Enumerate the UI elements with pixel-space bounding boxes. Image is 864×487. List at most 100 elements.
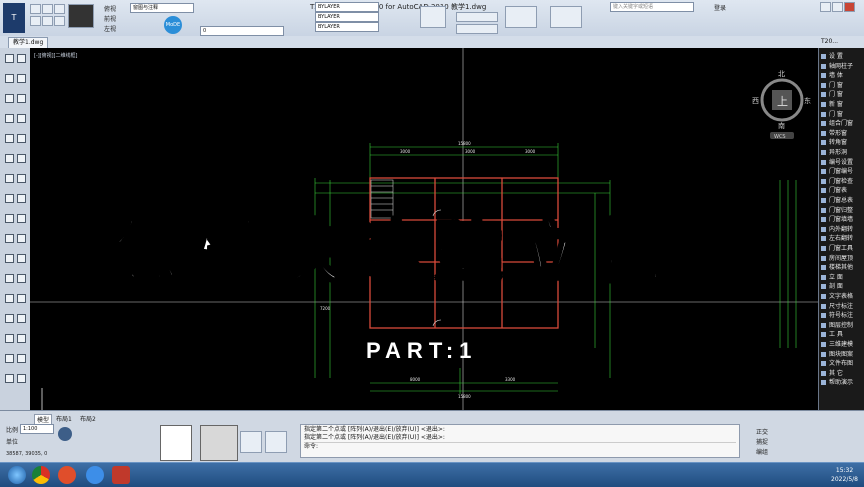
draw-tool-icon[interactable] [5,174,14,183]
draw-tool-icon[interactable] [5,134,14,143]
linetype-combo-3[interactable]: BYLAYER [315,2,379,12]
panel-item[interactable]: 图层控制 [821,321,863,330]
panel-item[interactable]: 编号设置 [821,158,863,167]
draw-tool-icon[interactable] [17,94,26,103]
draw-tool-icon[interactable] [5,74,14,83]
linetype-combo-2[interactable]: BYLAYER [315,22,379,32]
style-combo[interactable]: 窗图与注释 [130,3,194,13]
status-group[interactable]: 编组 [756,447,768,456]
draw-tool-icon[interactable] [17,354,26,363]
draw-tool-icon[interactable] [17,334,26,343]
draw-tool-icon[interactable] [17,134,26,143]
panel-item[interactable]: 组合门窗 [821,119,863,128]
draw-tool-icon[interactable] [5,314,14,323]
calculator-panel[interactable] [200,425,238,461]
draw-tool-icon[interactable] [17,194,26,203]
command-window[interactable]: 指定第二个点或 [阵列(A)/退出(E)/放弃(U)] <退出>: 指定第二个点… [300,424,740,458]
view-cube-button[interactable] [68,4,94,28]
panel-item[interactable]: 帮助演示 [821,378,863,387]
panel-item[interactable]: 三维建模 [821,340,863,349]
dim-tool-button-2[interactable] [456,12,498,22]
command-prompt[interactable]: 命令: [304,442,736,451]
panel-item[interactable]: 带形窗 [821,129,863,138]
panel-item[interactable]: 门窗填墙 [821,215,863,224]
redo-button[interactable] [42,16,53,26]
chrome-icon[interactable] [32,466,50,484]
dim-tool-button-3[interactable] [456,24,498,34]
panel-item[interactable]: 文字表格 [821,292,863,301]
panel-item[interactable]: 文件布图 [821,359,863,368]
draw-tool-icon[interactable] [17,174,26,183]
view-compass[interactable]: 上 北 南 西 东 WCS [748,64,816,140]
view-top-label[interactable]: 俯视 [104,4,116,13]
cad-icon[interactable] [112,466,130,484]
draw-tool-icon[interactable] [17,54,26,63]
panel-item[interactable]: 立 面 [821,273,863,282]
layout-tab-1[interactable]: 布局1 [56,414,72,423]
panel-item[interactable]: 符号标注 [821,311,863,320]
draw-tool-icon[interactable] [5,374,14,383]
draw-tool-icon[interactable] [17,114,26,123]
panel-item[interactable]: 剖 面 [821,282,863,291]
draw-tool-icon[interactable] [17,374,26,383]
start-button-icon[interactable] [8,466,26,484]
scale-combo[interactable]: 1:100 [20,424,54,434]
draw-tool-icon[interactable] [17,154,26,163]
status-tool-1[interactable] [240,431,262,453]
maximize-button[interactable] [832,2,843,12]
draw-tool-icon[interactable] [17,214,26,223]
panel-item[interactable]: 门 窗 [821,81,863,90]
new-file-button[interactable] [30,4,41,14]
viewport-label[interactable]: [-][俯视][二维线框] [34,52,78,59]
browser-icon[interactable] [58,466,76,484]
panel-item[interactable]: 轴网柱子 [821,62,863,71]
draw-tool-icon[interactable] [5,234,14,243]
draw-tool-icon[interactable] [5,214,14,223]
view-left-label[interactable]: 左视 [104,24,116,33]
panel-item[interactable]: 楼梯其他 [821,263,863,272]
draw-tool-icon[interactable] [17,294,26,303]
save-file-button[interactable] [54,4,65,14]
panel-item[interactable]: 门窗归整 [821,206,863,215]
draw-tool-icon[interactable] [5,194,14,203]
status-snap[interactable]: 捕捉 [756,437,768,446]
draw-tool-icon[interactable] [5,94,14,103]
panel-item[interactable]: 新 窗 [821,100,863,109]
draw-tool-icon[interactable] [5,334,14,343]
layout-tab-2[interactable]: 布局2 [80,414,96,423]
draw-tool-icon[interactable] [17,274,26,283]
panel-item[interactable]: 门窗检查 [821,177,863,186]
minimize-button[interactable] [820,2,831,12]
dim-tool-button-1[interactable] [420,6,446,28]
open-file-button[interactable] [42,4,53,14]
panel-item[interactable]: 门窗表 [821,186,863,195]
draw-tool-icon[interactable] [17,314,26,323]
panel-item[interactable]: 异形洞 [821,148,863,157]
search-input[interactable]: 键入关键字或短语 [610,2,694,12]
undo-button[interactable] [30,16,41,26]
draw-tool-icon[interactable] [5,114,14,123]
draw-tool-icon[interactable] [5,54,14,63]
panel-item[interactable]: 门窗工具 [821,244,863,253]
feishu-icon[interactable] [86,466,104,484]
panel-item[interactable]: 内外翻转 [821,225,863,234]
edit-tool-button[interactable] [505,6,537,28]
draw-tool-icon[interactable] [17,254,26,263]
taskbar-clock[interactable]: 15:32 2022/5/8 [831,466,858,484]
draw-tool-icon[interactable] [17,234,26,243]
draw-tool-icon[interactable] [5,154,14,163]
panel-item[interactable]: 房间屋顶 [821,254,863,263]
panel-item[interactable]: 工 具 [821,330,863,339]
login-link[interactable]: 登录 [714,3,726,12]
draw-tool-icon[interactable] [5,254,14,263]
panel-item[interactable]: 左右翻转 [821,234,863,243]
layer-combo[interactable]: 0 [200,26,284,36]
block-tool-button[interactable] [550,6,582,28]
panel-item[interactable]: 其 它 [821,369,863,378]
panel-item[interactable]: 转角窗 [821,138,863,147]
view-front-label[interactable]: 前视 [104,14,116,23]
panel-item[interactable]: 墙 体 [821,71,863,80]
draw-tool-icon[interactable] [5,354,14,363]
panel-item[interactable]: 尺寸标注 [821,302,863,311]
draw-tool-icon[interactable] [17,74,26,83]
